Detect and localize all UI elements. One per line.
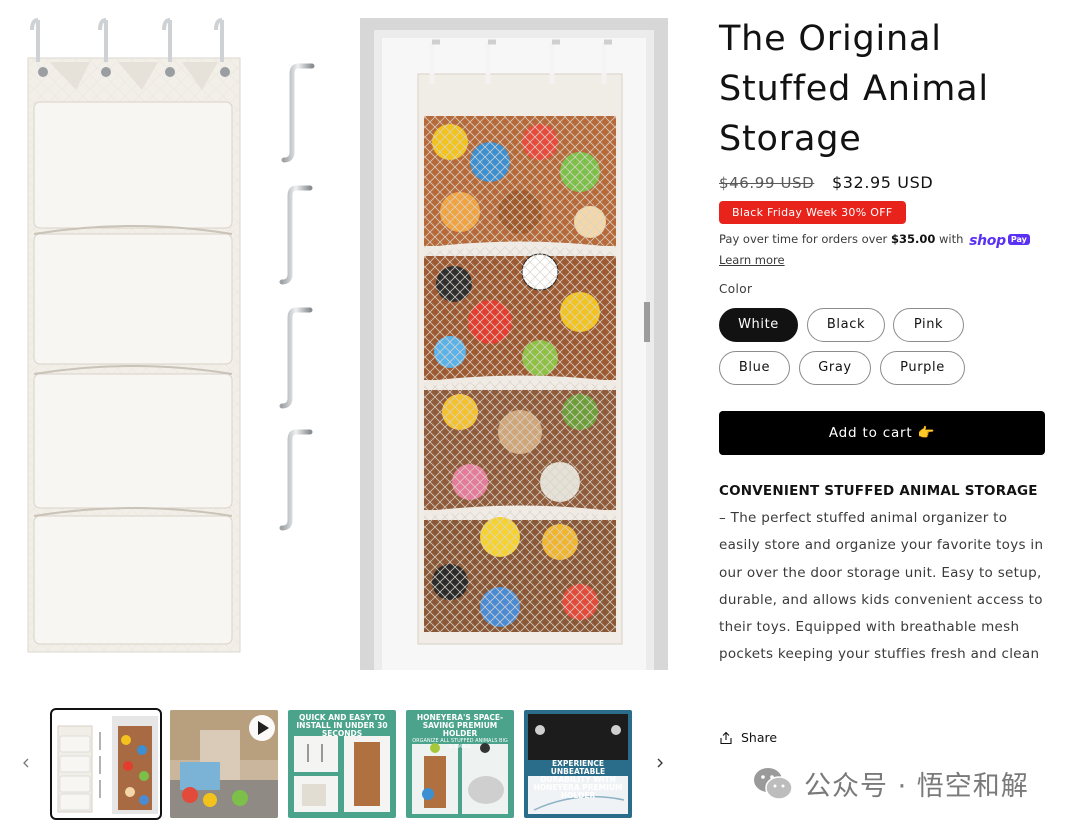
thumbnail-5[interactable]: EXPERIENCE UNBEATABLE DURABILITY WITH HO… [524,710,632,818]
thumbnail-2-video[interactable] [170,710,278,818]
thumbnail-product-overview [52,710,160,818]
shop-logo: shop [969,233,1006,249]
color-option-white[interactable]: White [719,308,798,342]
organizer-front-view [27,18,241,653]
thumbnail-1[interactable] [50,708,162,820]
product-photo [27,18,668,670]
installments-banner: Pay over time for orders over $35.00 wit… [719,230,1049,270]
product-title: The Original Stuffed Animal Storage [719,19,989,159]
thumbnail-4-caption: HONEYERA'S SPACE-SAVING PREMIUM HOLDER O… [410,713,510,751]
main-product-image[interactable] [20,12,680,684]
color-option-black[interactable]: Black [807,308,885,342]
share-button[interactable]: Share [719,730,777,745]
share-icon [720,731,732,744]
color-option-purple[interactable]: Purple [880,351,965,385]
wechat-watermark: 公众号 · 悟空和解 [752,764,1029,803]
installments-with: with [935,232,968,246]
chevron-left-icon[interactable] [18,754,34,772]
color-option-label: Color [719,282,753,296]
installments-text: Pay over time for orders over [719,232,891,246]
thumbnail-4-title: HONEYERA'S SPACE-SAVING PREMIUM HOLDER [416,713,504,738]
product-description: CONVENIENT STUFFED ANIMAL STORAGE – The … [719,478,1049,668]
door-with-organizer [360,18,668,670]
sale-price: $32.95 USD [832,173,934,192]
installments-threshold: $35.00 [890,232,936,246]
color-option-pink[interactable]: Pink [893,308,964,342]
thumbnail-4[interactable]: HONEYERA'S SPACE-SAVING PREMIUM HOLDER O… [406,710,514,818]
color-option-blue[interactable]: Blue [719,351,790,385]
shop-pay-badge: Pay [1007,234,1030,245]
sale-badge: Black Friday Week 30% OFF [719,201,906,224]
description-heading: CONVENIENT STUFFED ANIMAL STORAGE [719,483,1038,499]
wechat-icon [754,767,793,800]
thumbnail-5-caption: EXPERIENCE UNBEATABLE DURABILITY WITH HO… [533,759,623,800]
price: $46.99 USD $32.95 USD [719,173,933,192]
watermark-text: 公众号 · 悟空和解 [804,771,1029,802]
chevron-right-icon[interactable] [652,754,668,772]
thumbnail-3[interactable]: QUICK AND EASY TO INSTALL IN UNDER 30 SE… [288,710,396,818]
color-option-gray[interactable]: Gray [799,351,871,385]
description-body: – The perfect stuffed animal organizer t… [719,510,1044,663]
learn-more-link[interactable]: Learn more [719,251,1049,270]
thumbnail-4-subtitle: ORGANIZE ALL STUFFED ANIMALS BIG & SMALL [412,738,508,750]
spare-hooks [279,63,315,531]
thumbnail-3-caption: QUICK AND EASY TO INSTALL IN UNDER 30 SE… [296,713,388,738]
regular-price: $46.99 USD [719,174,815,192]
add-to-cart-button[interactable]: Add to cart 👉 [719,411,1045,455]
thumbnail-carousel: QUICK AND EASY TO INSTALL IN UNDER 30 SE… [14,706,678,820]
thumbnail-playroom [170,710,278,818]
share-label: Share [741,730,778,745]
